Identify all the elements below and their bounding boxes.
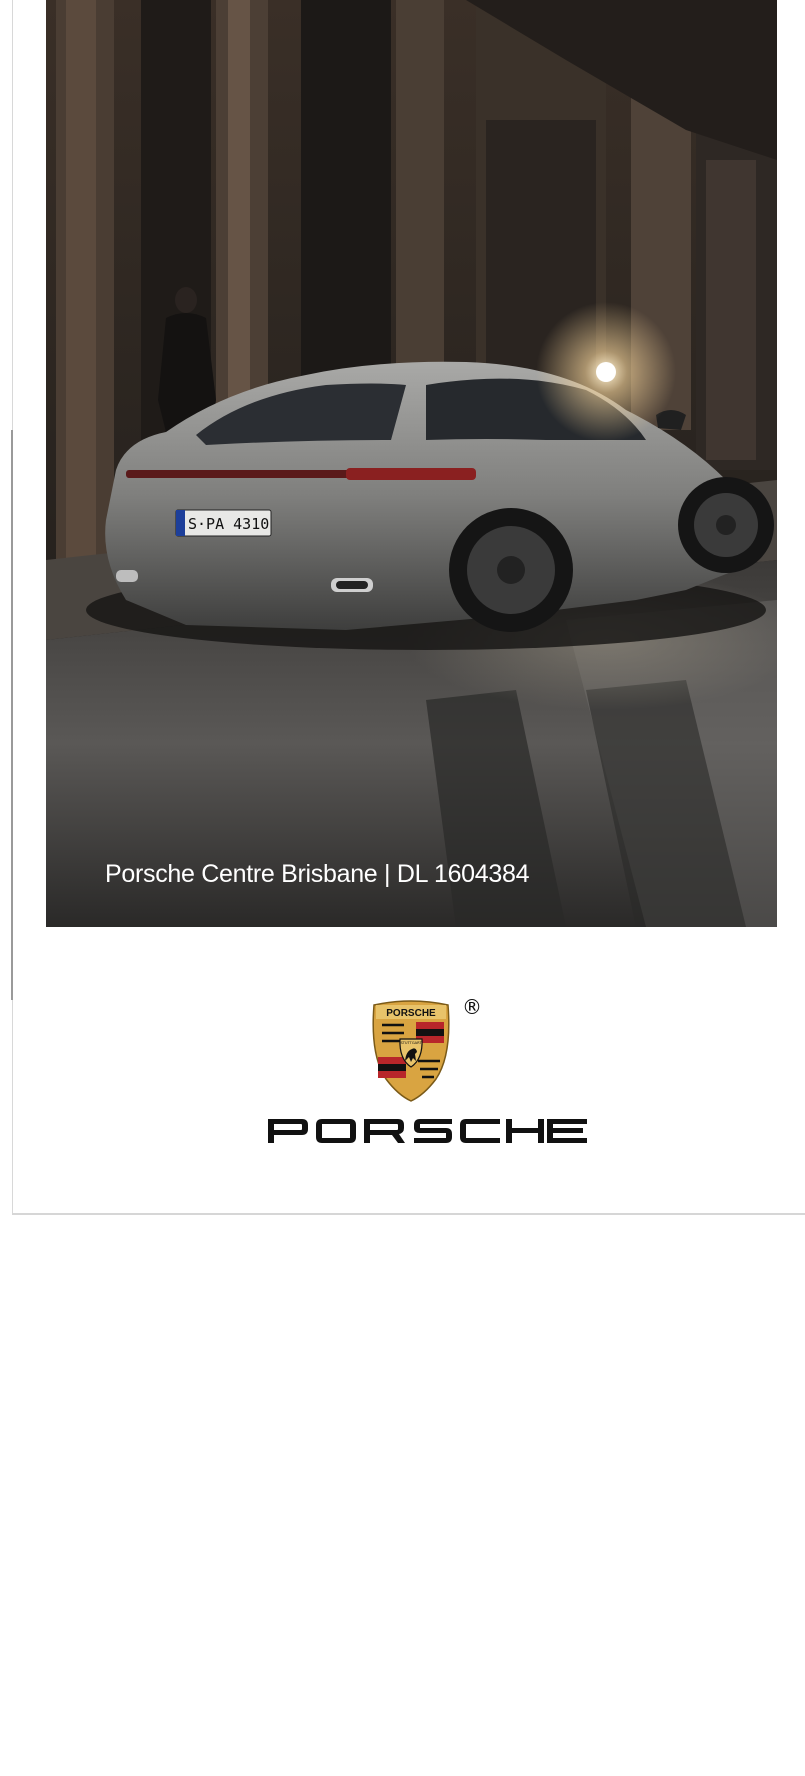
email-page: S·PA 4310 Porsche Centre Brisbane | DL 1… [0, 0, 805, 1776]
registered-trademark-icon: ® [462, 995, 482, 1019]
frame-left-scroll-edge [11, 430, 13, 1000]
crest-city-text: STUTTGART [400, 1041, 422, 1045]
dealer-caption: Porsche Centre Brisbane | DL 1604384 [105, 860, 530, 888]
porsche-wordmark-logo-tail [547, 1119, 587, 1143]
wordmark-text: PORSCHE [0, 995, 1, 996]
frame-bottom-border [12, 1213, 805, 1215]
porsche-crest-icon: PORSCHE STUTTGART [372, 1000, 450, 1102]
crest-banner-text: PORSCHE [386, 1008, 436, 1019]
license-plate-text: S·PA 4310 [188, 515, 269, 533]
brand-block[interactable]: PORSCHE STUTTGART ® [0, 995, 805, 1145]
hero-image[interactable]: S·PA 4310 Porsche Centre Brisbane | DL 1… [46, 0, 777, 927]
porsche-wordmark-logo [268, 1119, 544, 1143]
hero-car-illustration: S·PA 4310 [46, 0, 777, 927]
